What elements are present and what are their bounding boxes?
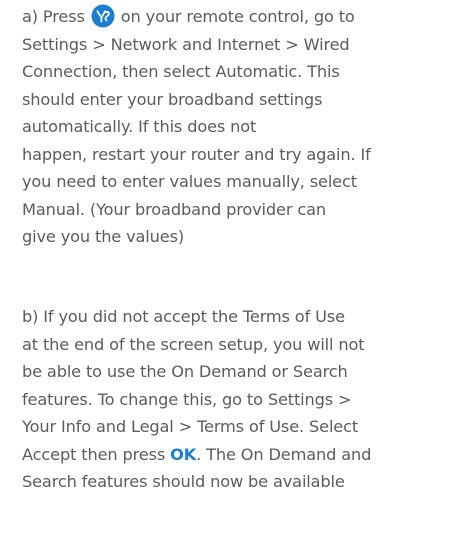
paragraph-b-line: b) If you did not accept the Terms of Us… <box>22 307 345 326</box>
accept-suffix: . The On Demand and <box>196 444 372 464</box>
youview-button-icon <box>91 4 115 27</box>
paragraph-a-line: should enter your broadband settings <box>22 89 323 109</box>
paragraph-a-line: Connection, then select Automatic. This <box>22 62 340 81</box>
paragraph-b-accept-line: Accept then press OK. The On Demand and <box>22 441 458 469</box>
paragraph-b-line: Your Info and Legal > Terms of Use. Sele… <box>22 417 359 436</box>
paragraph-a-line: give you the values) <box>22 227 185 246</box>
paragraph-b-line: Search features should now be available <box>22 472 345 491</box>
paragraph-a-line: automatically. If this does not <box>22 117 257 136</box>
accept-prefix: Accept then press <box>22 444 171 464</box>
paragraph-b-line: features. To change this, go to Settings… <box>22 389 352 409</box>
paragraph-b-line: be able to use the On Demand or Search <box>22 362 348 381</box>
paragraph-b-line: at the end of the screen setup, you will… <box>22 334 365 354</box>
paragraph-a-line-1-suffix: on your remote control, go to <box>115 7 355 26</box>
ok-key-label: OK <box>170 444 197 464</box>
paragraph-a-line: Manual. (Your broadband provider can <box>22 199 326 219</box>
paragraph-a-line-1: a) Press on your remote control, go to <box>22 3 458 31</box>
paragraph-a-line: Settings > Network and Internet > Wired <box>22 34 350 54</box>
paragraph-a: a) Press on your remote control, go to S… <box>22 3 458 251</box>
paragraph-a-line: happen, restart your router and try agai… <box>22 144 371 164</box>
paragraph-b: b) If you did not accept the Terms of Us… <box>22 303 458 496</box>
paragraph-a-prefix: a) Press <box>22 7 90 26</box>
paragraph-a-line: you need to enter values manually, selec… <box>22 172 357 191</box>
